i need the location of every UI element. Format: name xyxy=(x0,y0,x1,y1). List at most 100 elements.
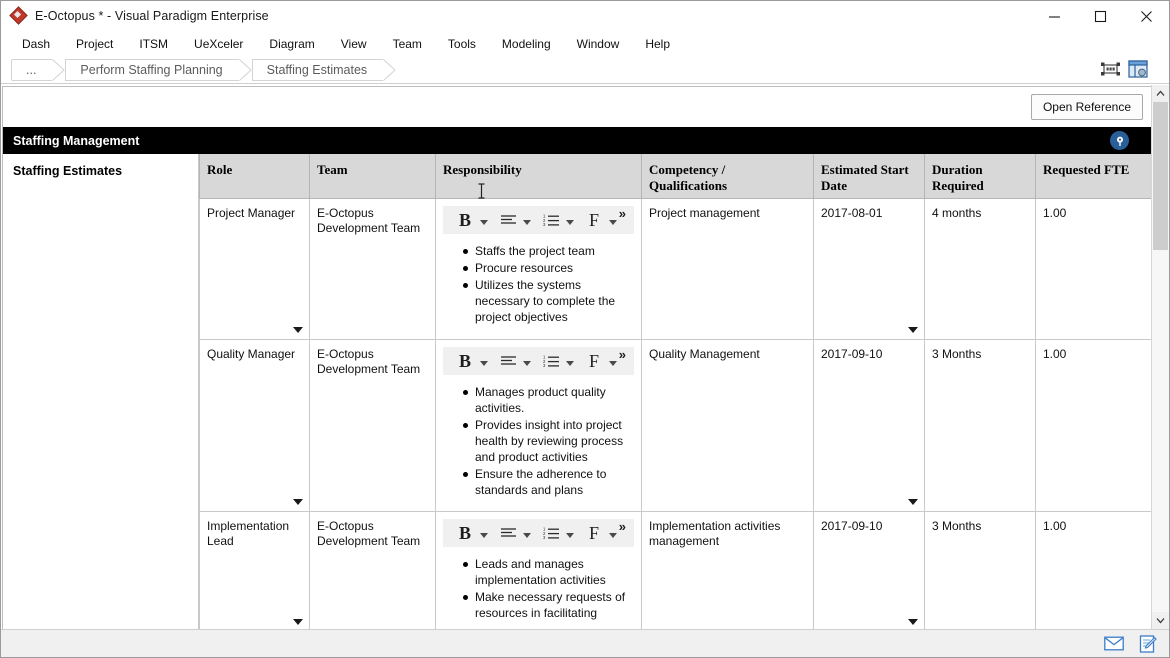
cell-duration[interactable]: 3 Months xyxy=(924,510,1036,629)
font-button[interactable]: F xyxy=(582,522,606,544)
breadcrumb-separator-icon xyxy=(52,58,66,81)
vertical-scrollbar[interactable] xyxy=(1151,85,1169,629)
menu-item-window[interactable]: Window xyxy=(564,34,633,54)
menu-item-dash[interactable]: Dash xyxy=(9,34,63,54)
cell-responsibility[interactable]: B xyxy=(435,338,642,512)
bold-button[interactable]: B xyxy=(453,350,477,372)
minimize-icon[interactable] xyxy=(1031,1,1077,31)
cell-fte[interactable]: 1.00 xyxy=(1035,338,1151,512)
breadcrumb-item-root[interactable]: ... xyxy=(11,58,53,81)
menu-item-modeling[interactable]: Modeling xyxy=(489,34,564,54)
numbered-list-icon[interactable]: 1 2 3 xyxy=(539,350,563,372)
menu-item-help[interactable]: Help xyxy=(632,34,683,54)
align-left-icon[interactable] xyxy=(496,350,520,372)
menu-item-itsm[interactable]: ITSM xyxy=(126,34,181,54)
font-dropdown-icon[interactable] xyxy=(609,220,617,225)
staffing-estimates-table: Role Team Responsibility Competency / Qu… xyxy=(199,154,1151,629)
font-button[interactable]: F xyxy=(582,350,606,372)
menu-item-uexceler[interactable]: UeXceler xyxy=(181,34,256,54)
cell-role[interactable]: Implementation Lead xyxy=(199,510,310,629)
font-dropdown-icon[interactable] xyxy=(609,361,617,366)
chevron-down-icon[interactable] xyxy=(908,618,918,625)
list-dropdown-icon[interactable] xyxy=(566,361,574,366)
cell-team[interactable]: E-Octopus Development Team xyxy=(309,510,436,629)
column-header-team[interactable]: Team xyxy=(309,154,436,199)
scroll-down-arrow-icon[interactable] xyxy=(1152,612,1169,629)
bold-dropdown-icon[interactable] xyxy=(480,220,488,225)
open-reference-button[interactable]: Open Reference xyxy=(1030,94,1143,120)
column-header-requested-fte[interactable]: Requested FTE xyxy=(1035,154,1151,199)
cell-competency[interactable]: Implementation activities management xyxy=(641,510,814,629)
align-left-icon[interactable] xyxy=(496,209,520,231)
mail-envelope-icon[interactable] xyxy=(1103,634,1125,654)
toolbar-overflow-icon[interactable]: » xyxy=(619,207,626,220)
cell-competency[interactable]: Project management xyxy=(641,197,814,340)
cell-duration[interactable]: 4 months xyxy=(924,197,1036,340)
content-frame: Open Reference Staffing Management Staff… xyxy=(1,84,1169,629)
chevron-down-icon[interactable] xyxy=(293,618,303,625)
maximize-icon[interactable] xyxy=(1077,1,1123,31)
note-edit-icon[interactable] xyxy=(1137,634,1159,654)
list-dropdown-icon[interactable] xyxy=(566,220,574,225)
column-header-responsibility[interactable]: Responsibility xyxy=(435,154,642,199)
cell-fte[interactable]: 1.00 xyxy=(1035,197,1151,340)
align-dropdown-icon[interactable] xyxy=(523,220,531,225)
status-bar xyxy=(1,629,1169,657)
chevron-down-icon[interactable] xyxy=(908,498,918,505)
cell-role[interactable]: Project Manager xyxy=(199,197,310,340)
breadcrumb-item-perform-staffing-planning[interactable]: Perform Staffing Planning xyxy=(65,58,239,81)
cell-start-date[interactable]: 2017-09-10 xyxy=(813,338,925,512)
cell-competency-value: Quality Management xyxy=(649,346,760,361)
bold-dropdown-icon[interactable] xyxy=(480,361,488,366)
menu-item-project[interactable]: Project xyxy=(63,34,126,54)
scrollbar-thumb[interactable] xyxy=(1153,102,1168,250)
toolbar-overflow-icon[interactable]: » xyxy=(619,348,626,361)
chevron-down-icon[interactable] xyxy=(293,326,303,333)
scroll-up-arrow-icon[interactable] xyxy=(1152,85,1169,102)
cell-responsibility[interactable]: B xyxy=(435,510,642,629)
list-item: Make necessary requests of resources in … xyxy=(463,589,628,621)
scrollbar-track[interactable] xyxy=(1152,102,1169,612)
chevron-down-icon[interactable] xyxy=(293,498,303,505)
cell-responsibility[interactable]: B xyxy=(435,197,642,340)
align-left-icon[interactable] xyxy=(496,522,520,544)
font-dropdown-icon[interactable] xyxy=(609,533,617,538)
show-panel-icon[interactable] xyxy=(1127,59,1149,79)
breadcrumb-item-staffing-estimates[interactable]: Staffing Estimates xyxy=(251,58,384,81)
menu-item-team[interactable]: Team xyxy=(380,34,435,54)
numbered-list-icon[interactable]: 1 2 3 xyxy=(539,522,563,544)
list-dropdown-icon[interactable] xyxy=(566,533,574,538)
cell-competency[interactable]: Quality Management xyxy=(641,338,814,512)
close-icon[interactable] xyxy=(1123,1,1169,31)
rich-text-toolbar: B 1 2 3 F » xyxy=(443,346,634,375)
align-dropdown-icon[interactable] xyxy=(523,533,531,538)
column-header-duration-required[interactable]: Duration Required xyxy=(924,154,1036,199)
chevron-down-icon[interactable] xyxy=(908,326,918,333)
menu-item-diagram[interactable]: Diagram xyxy=(256,34,327,54)
menu-item-view[interactable]: View xyxy=(328,34,380,54)
responsibility-list: Leads and manages implementation activit… xyxy=(443,556,634,621)
cell-team[interactable]: E-Octopus Development Team xyxy=(309,197,436,340)
align-dropdown-icon[interactable] xyxy=(523,361,531,366)
column-header-competency[interactable]: Competency / Qualifications xyxy=(641,154,814,199)
pin-marker-icon[interactable] xyxy=(1110,131,1129,150)
column-header-estimated-start-date[interactable]: Estimated Start Date xyxy=(813,154,925,199)
cell-team[interactable]: E-Octopus Development Team xyxy=(309,338,436,512)
cell-fte[interactable]: 1.00 xyxy=(1035,510,1151,629)
fit-selection-icon[interactable] xyxy=(1099,59,1121,79)
numbered-list-icon[interactable]: 1 2 3 xyxy=(539,209,563,231)
cell-start-date[interactable]: 2017-09-10 xyxy=(813,510,925,629)
bold-dropdown-icon[interactable] xyxy=(480,533,488,538)
bold-button[interactable]: B xyxy=(453,209,477,231)
cell-start-date[interactable]: 2017-08-01 xyxy=(813,197,925,340)
bold-button[interactable]: B xyxy=(453,522,477,544)
list-item: Utilizes the systems necessary to comple… xyxy=(463,277,628,325)
column-header-role[interactable]: Role xyxy=(199,154,310,199)
cell-start-date-value: 2017-08-01 xyxy=(821,205,883,220)
cell-role[interactable]: Quality Manager xyxy=(199,338,310,512)
menu-item-tools[interactable]: Tools xyxy=(435,34,489,54)
cell-duration[interactable]: 3 Months xyxy=(924,338,1036,512)
list-item: Leads and manages implementation activit… xyxy=(463,556,628,588)
toolbar-overflow-icon[interactable]: » xyxy=(619,520,626,533)
font-button[interactable]: F xyxy=(582,209,606,231)
